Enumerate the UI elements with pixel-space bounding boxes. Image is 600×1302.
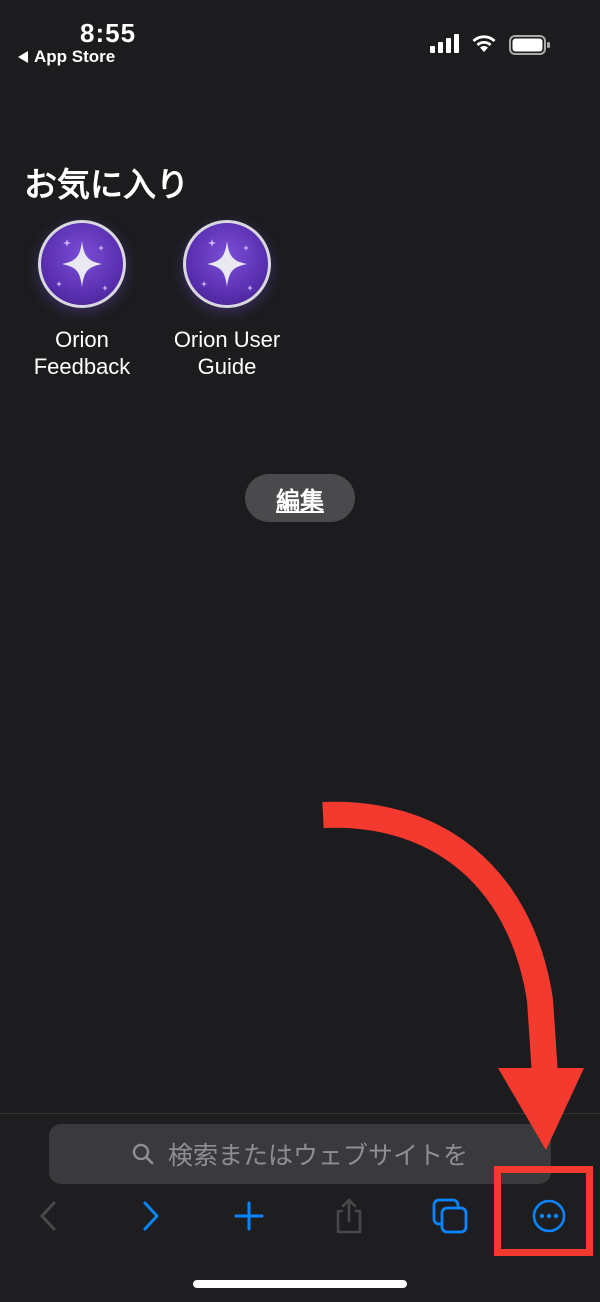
highlight-box xyxy=(494,1166,593,1256)
annotation-arrow xyxy=(322,801,584,1150)
